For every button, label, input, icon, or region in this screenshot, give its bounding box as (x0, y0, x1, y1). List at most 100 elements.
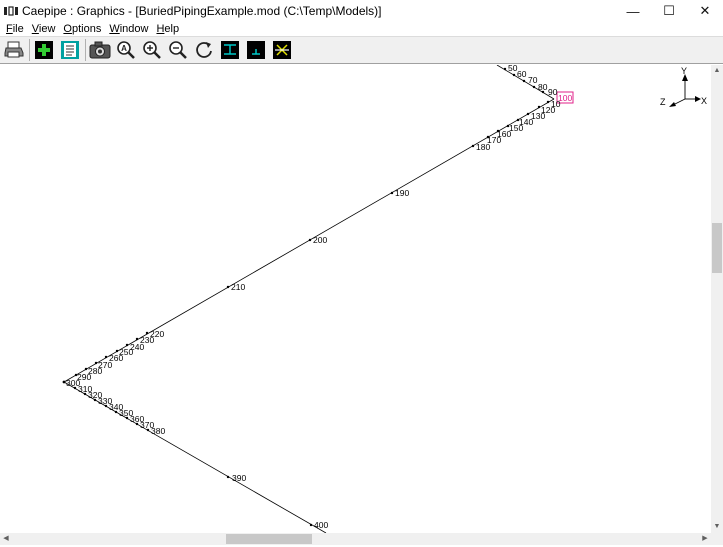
node-marker (135, 337, 139, 341)
node-marker (146, 428, 150, 432)
zoom-out-button[interactable] (167, 39, 189, 61)
window-title: Caepipe : Graphics - [BuriedPipingExampl… (22, 4, 382, 18)
node-label-180: 180 (476, 142, 490, 152)
app-icon (4, 5, 18, 17)
menu-view-accel: V (31, 23, 39, 35)
axis-label-x: X (701, 96, 707, 106)
node-marker (73, 386, 77, 390)
node-marker (390, 191, 394, 195)
menu-options-accel: O (63, 23, 72, 35)
menu-options-label: ptions (71, 23, 102, 35)
print-button[interactable] (3, 39, 25, 61)
menu-window-accel: W (109, 23, 120, 35)
maximize-icon: ☐ (663, 3, 675, 18)
node-marker (546, 100, 550, 104)
rotate-button[interactable] (193, 39, 215, 61)
camera-icon (89, 41, 111, 59)
node-marker (503, 67, 507, 71)
scroll-down-icon[interactable]: ▼ (711, 521, 723, 533)
graphics-canvas[interactable]: 50 60 70 80 90 100 10 120 130 140 150 16… (0, 65, 711, 533)
menu-help[interactable]: Help (152, 23, 183, 35)
toolbar-separator (29, 39, 30, 61)
node-marker (114, 410, 118, 414)
node-marker (94, 361, 98, 365)
node-marker (125, 343, 129, 347)
node-marker (93, 398, 97, 402)
menu-window[interactable]: Window (105, 23, 152, 35)
menu-bar: File View Options Window Help (0, 22, 723, 36)
close-icon: ✕ (699, 3, 711, 18)
axis-label-z: Z (660, 97, 666, 107)
list-icon (61, 41, 79, 59)
svg-text:A: A (121, 44, 127, 53)
node-marker (226, 475, 230, 479)
menu-file[interactable]: File (2, 23, 28, 35)
scroll-up-icon[interactable]: ▲ (711, 65, 723, 77)
node-marker (135, 422, 139, 426)
horizontal-scrollbar[interactable]: ◀ ▶ (0, 533, 711, 545)
vertical-scroll-thumb[interactable] (712, 223, 722, 273)
rotate-icon (196, 42, 212, 58)
plus-box-icon (35, 41, 53, 59)
node-marker (115, 349, 119, 353)
node-label-90: 90 (548, 87, 558, 97)
toolbar-separator (85, 39, 86, 61)
add-node-button[interactable] (33, 39, 55, 61)
node-label-60: 60 (517, 69, 527, 79)
node-label-200: 200 (313, 235, 327, 245)
node-marker (309, 523, 313, 527)
node-marker (471, 144, 475, 148)
scrollbar-corner (711, 533, 723, 545)
zoom-in-button[interactable] (141, 39, 163, 61)
scroll-left-icon[interactable]: ◀ (0, 533, 12, 545)
node-marker (512, 73, 516, 77)
view-side-button[interactable] (245, 39, 267, 61)
node-marker (526, 112, 530, 116)
node-marker (104, 404, 108, 408)
node-label-210: 210 (231, 282, 245, 292)
scroll-right-icon[interactable]: ▶ (699, 533, 711, 545)
node-marker (226, 285, 230, 289)
vertical-scrollbar[interactable]: ▲ ▼ (711, 65, 723, 533)
menu-window-label: indow (119, 23, 149, 35)
zoom-all-icon: A (117, 41, 135, 59)
maximize-button[interactable]: ☐ (651, 0, 687, 22)
node-label-380: 380 (151, 426, 165, 436)
printer-icon (4, 41, 24, 58)
node-marker (541, 90, 545, 94)
node-label-190: 190 (395, 188, 409, 198)
view-front-button[interactable] (219, 39, 241, 61)
menu-options[interactable]: Options (59, 23, 105, 35)
axis-label-y: Y (681, 66, 687, 76)
piping-model-drawing: 50 60 70 80 90 100 10 120 130 140 150 16… (62, 65, 707, 533)
list-button[interactable] (59, 39, 81, 61)
axis-triad: Y Z X (660, 66, 707, 107)
menu-help-label: elp (164, 23, 180, 35)
horizontal-scroll-thumb[interactable] (226, 534, 312, 544)
close-button[interactable]: ✕ (687, 0, 723, 22)
zoom-in-icon (143, 41, 161, 59)
node-label-70: 70 (528, 75, 538, 85)
node-marker (104, 355, 108, 359)
window-controls: — ☐ ✕ (615, 0, 723, 22)
node-marker (125, 416, 129, 420)
node-marker (537, 105, 541, 109)
title-bar: Caepipe : Graphics - [BuriedPipingExampl… (0, 0, 723, 22)
zoom-out-icon (169, 41, 187, 59)
snapshot-button[interactable] (89, 39, 111, 61)
view-front-icon (221, 41, 239, 59)
node-marker (522, 79, 526, 83)
menu-view[interactable]: View (28, 23, 60, 35)
view-top-icon (273, 41, 291, 59)
menu-file-label: ile (12, 23, 24, 35)
view-side-icon (247, 41, 265, 59)
menu-file-accel: F (6, 23, 13, 35)
node-marker (84, 367, 88, 371)
toolbar: A (0, 36, 723, 64)
node-label-400: 400 (314, 520, 328, 530)
node-marker (532, 85, 536, 89)
node-marker (83, 392, 87, 396)
minimize-button[interactable]: — (615, 0, 651, 22)
zoom-all-button[interactable]: A (115, 39, 137, 61)
view-top-button[interactable] (271, 39, 293, 61)
